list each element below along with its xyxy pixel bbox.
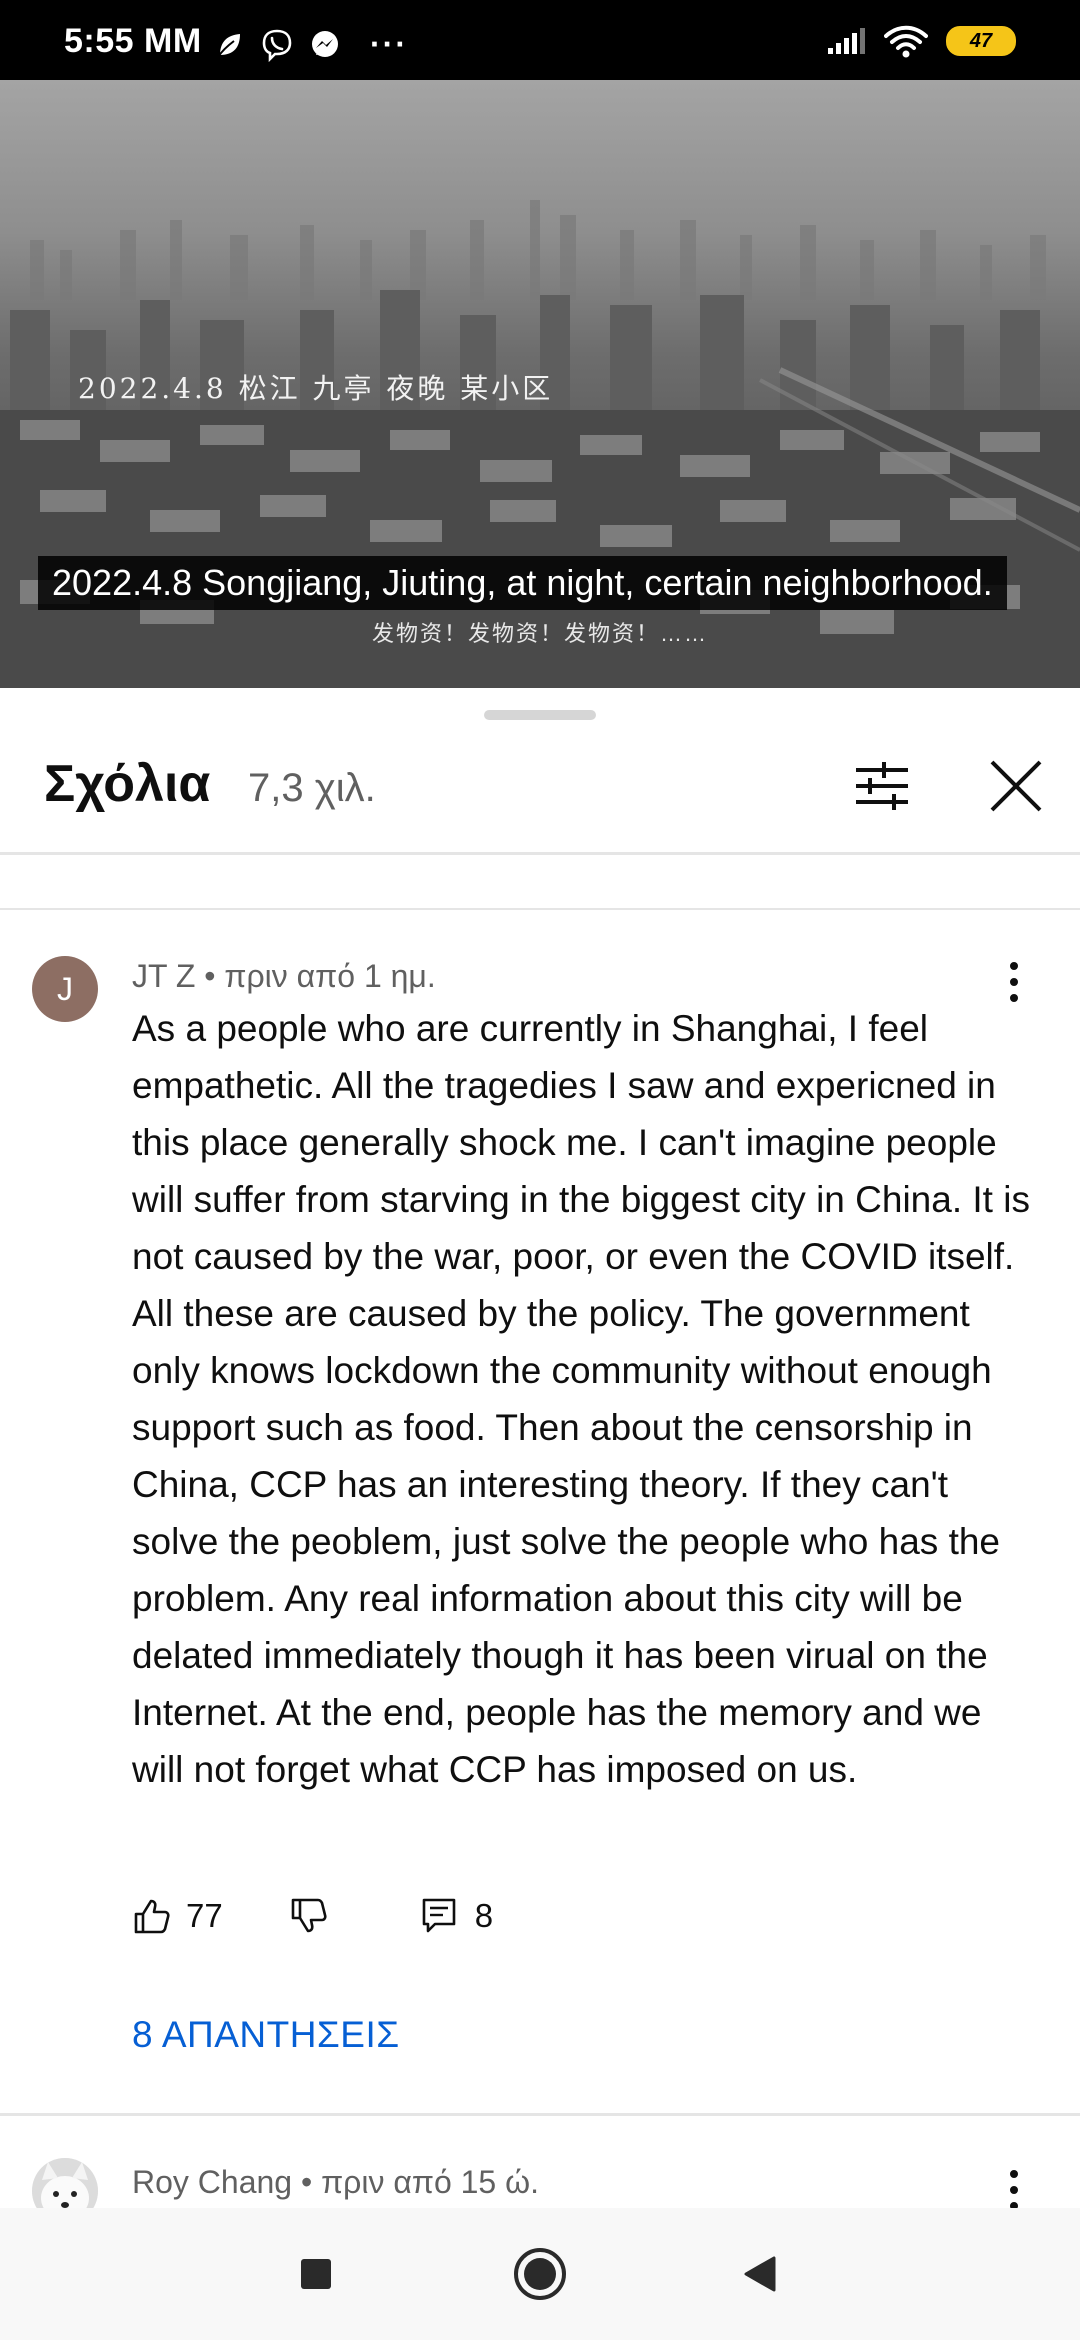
recents-button[interactable]: [286, 2244, 346, 2304]
viber-icon: [262, 29, 292, 62]
close-comments-button[interactable]: [984, 754, 1048, 818]
comment-meta: Roy Chang • πριν από 15 ώ.: [132, 2164, 539, 2201]
comment-meta: JT Z • πριν από 1 ημ.: [132, 958, 436, 995]
comments-sheet: Σχόλια 7,3 χιλ. J JT Z • πριν από 1 ημ. …: [0, 688, 1080, 2208]
notification-icons: ···: [214, 26, 408, 63]
comment-time: πριν από 1 ημ.: [224, 958, 436, 994]
wifi-icon: [884, 25, 928, 58]
dislike-button[interactable]: [289, 1896, 329, 1936]
avatar[interactable]: J: [32, 956, 98, 1022]
reply-button[interactable]: 8: [419, 1896, 493, 1936]
circle-icon: [514, 2248, 566, 2300]
comment-more-button[interactable]: [998, 2166, 1030, 2208]
more-notifications-icon: ···: [370, 26, 408, 62]
comments-title: Σχόλια: [44, 755, 211, 813]
view-replies-link[interactable]: 8 ΑΠΑΝΤΗΣΕΙΣ: [132, 2014, 400, 2056]
comment-divider: [0, 2113, 1080, 2116]
square-icon: [301, 2259, 331, 2289]
like-count: 77: [186, 1897, 223, 1934]
avatar[interactable]: [32, 2158, 98, 2208]
sort-filter-button[interactable]: [850, 754, 914, 818]
comment-author[interactable]: Roy Chang: [132, 2164, 292, 2200]
comment-time: πριν από 15 ώ.: [321, 2164, 539, 2200]
meta-separator: •: [292, 2164, 322, 2200]
thumb-down-icon: [291, 1898, 327, 1933]
leaf-app-icon: [217, 33, 240, 58]
back-button[interactable]: [730, 2244, 790, 2304]
app-screen: 5:55 ΜΜ ··· 47 2022.4.8 松江 九亭 夜晚 某小区 202…: [0, 0, 1080, 2340]
navigation-bar: [0, 2208, 1080, 2340]
like-button[interactable]: 77: [132, 1896, 223, 1936]
messenger-icon: [312, 30, 338, 57]
list-top-divider: [0, 908, 1080, 910]
video-burned-in-text: 2022.4.8 松江 九亭 夜晚 某小区: [78, 372, 554, 405]
comment-author[interactable]: JT Z: [132, 958, 195, 994]
status-bar: 5:55 ΜΜ ··· 47: [0, 0, 1080, 80]
video-caption: 2022.4.8 Songjiang, Jiuting, at night, c…: [38, 556, 1007, 610]
vertical-dots-icon: [1010, 962, 1018, 1002]
comment-more-button[interactable]: [998, 958, 1030, 1006]
dog-avatar-image: [32, 2158, 98, 2208]
comment-text: As a people who are currently in Shangha…: [132, 1008, 1030, 1790]
drag-handle[interactable]: [484, 710, 596, 720]
home-button[interactable]: [510, 2244, 570, 2304]
battery-icon: 47: [946, 26, 1016, 56]
sliders-icon: [856, 762, 908, 810]
system-icons: 47: [826, 24, 1016, 58]
video-player[interactable]: 2022.4.8 松江 九亭 夜晚 某小区 2022.4.8 Songjiang…: [0, 80, 1080, 688]
reply-count: 8: [474, 1897, 494, 1934]
comments-count: 7,3 χιλ.: [248, 766, 376, 810]
video-subcaption: 发物资！发物资！发物资！……: [371, 621, 708, 646]
header-divider: [0, 852, 1080, 855]
meta-separator: •: [195, 958, 225, 994]
close-icon: [990, 760, 1042, 812]
comment-actions: 77 8: [132, 1886, 493, 1946]
comment-icon: [422, 1898, 456, 1933]
signal-icon: [828, 28, 865, 54]
thumb-up-icon: [134, 1899, 170, 1934]
triangle-back-icon: [744, 2256, 776, 2292]
status-time: 5:55 ΜΜ: [64, 22, 202, 60]
vertical-dots-icon: [1010, 2170, 1018, 2208]
